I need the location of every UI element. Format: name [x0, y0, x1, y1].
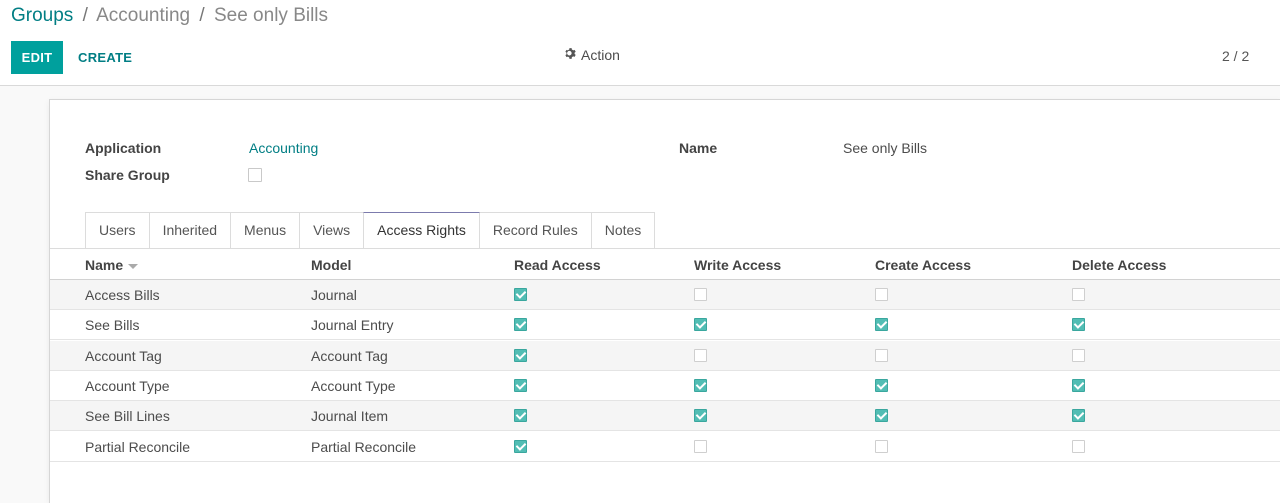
cell-model: Journal Entry	[311, 317, 394, 334]
action-label: Action	[581, 47, 620, 63]
name-value: See only Bills	[843, 140, 928, 156]
cell-model: Account Type	[311, 377, 396, 394]
action-dropdown[interactable]: Action	[564, 47, 620, 63]
pager[interactable]: 2 / 2	[1222, 48, 1249, 64]
tab-views[interactable]: Views	[299, 212, 365, 249]
gear-icon	[564, 47, 577, 63]
table-row[interactable]: See Bill Lines Journal Item	[50, 401, 1280, 432]
create-button[interactable]: CREATE	[70, 41, 140, 74]
cell-model: Journal	[311, 287, 357, 303]
column-header-read-access[interactable]: Read Access	[514, 257, 601, 273]
read-access-checkbox	[514, 409, 527, 423]
tab-access-rights[interactable]: Access Rights	[363, 212, 480, 249]
table-row[interactable]: Account Tag Account Tag	[50, 340, 1280, 371]
write-access-checkbox	[694, 288, 707, 301]
write-access-checkbox	[694, 409, 707, 423]
delete-access-checkbox	[1072, 288, 1085, 301]
read-access-checkbox	[514, 348, 527, 362]
form-sheet: Application Accounting Name See only Bil…	[49, 99, 1280, 503]
cell-model: Journal Item	[311, 408, 389, 425]
table-row[interactable]: See Bills Journal Entry	[50, 310, 1280, 341]
write-access-checkbox	[694, 318, 707, 332]
create-access-checkbox	[875, 439, 888, 453]
delete-access-checkbox	[1072, 348, 1085, 362]
table-row[interactable]: Partial Reconcile Partial Reconcile	[50, 432, 1280, 462]
cell-model: Partial Reconcile	[311, 438, 417, 455]
cell-name: Account Tag	[85, 347, 162, 364]
tab-record-rules[interactable]: Record Rules	[478, 212, 592, 249]
application-label: Application	[85, 140, 162, 156]
breadcrumb-current: See only Bills	[213, 5, 329, 26]
notebook-tabs: Users Inherited Menus Views Access Rights Rec…	[85, 212, 656, 249]
column-header-delete-access[interactable]: Delete Access	[1072, 257, 1166, 273]
create-access-checkbox	[875, 318, 888, 332]
write-access-checkbox	[694, 378, 707, 392]
delete-access-checkbox	[1072, 378, 1085, 392]
tab-notes[interactable]: Notes	[590, 212, 656, 249]
column-header-name[interactable]: Name	[85, 257, 139, 273]
table-row[interactable]: Account Type Account Type	[50, 371, 1280, 401]
read-access-checkbox	[514, 378, 527, 392]
column-header-model[interactable]: Model	[311, 257, 351, 273]
name-label: Name	[679, 140, 718, 156]
cell-model: Account Tag	[311, 347, 388, 364]
share-group-checkbox[interactable]	[248, 168, 262, 182]
breadcrumb-groups[interactable]: Groups	[11, 5, 73, 26]
tab-menus[interactable]: Menus	[230, 212, 301, 249]
cell-name: Partial Reconcile	[85, 438, 191, 455]
table-row[interactable]: Access Bills Journal	[50, 280, 1280, 310]
create-access-checkbox	[875, 348, 888, 362]
read-access-checkbox	[514, 439, 527, 453]
tab-inherited[interactable]: Inherited	[148, 212, 232, 249]
share-group-label: Share Group	[85, 167, 170, 183]
edit-button[interactable]: EDIT	[11, 41, 63, 74]
tab-users[interactable]: Users	[85, 212, 150, 249]
application-value[interactable]: Accounting	[249, 140, 318, 156]
delete-access-checkbox	[1072, 318, 1085, 332]
write-access-checkbox	[694, 348, 707, 362]
control-panel: Groups / Accounting / See only Bills EDI…	[0, 0, 1280, 86]
delete-access-checkbox	[1072, 409, 1085, 423]
column-header-create-access[interactable]: Create Access	[875, 257, 971, 273]
read-access-checkbox	[514, 288, 527, 301]
cell-name: See Bill Lines	[85, 408, 170, 425]
breadcrumb-separator: /	[199, 5, 205, 26]
create-access-checkbox	[875, 378, 888, 392]
cell-name: See Bills	[85, 317, 140, 334]
column-header-write-access[interactable]: Write Access	[694, 257, 781, 273]
breadcrumb: Groups / Accounting / See only Bills	[11, 5, 328, 27]
delete-access-checkbox	[1072, 439, 1085, 453]
create-access-checkbox	[875, 409, 888, 423]
caret-down-icon	[128, 263, 139, 269]
read-access-checkbox	[514, 318, 527, 332]
cell-name: Account Type	[85, 377, 170, 394]
create-access-checkbox	[875, 288, 888, 301]
breadcrumb-separator: /	[82, 5, 88, 26]
write-access-checkbox	[694, 439, 707, 453]
cell-name: Access Bills	[85, 287, 160, 303]
breadcrumb-parent: Accounting	[96, 5, 191, 26]
table-header: Name Model Read Access Write Access Crea…	[50, 249, 1280, 280]
left-gutter	[0, 87, 49, 503]
